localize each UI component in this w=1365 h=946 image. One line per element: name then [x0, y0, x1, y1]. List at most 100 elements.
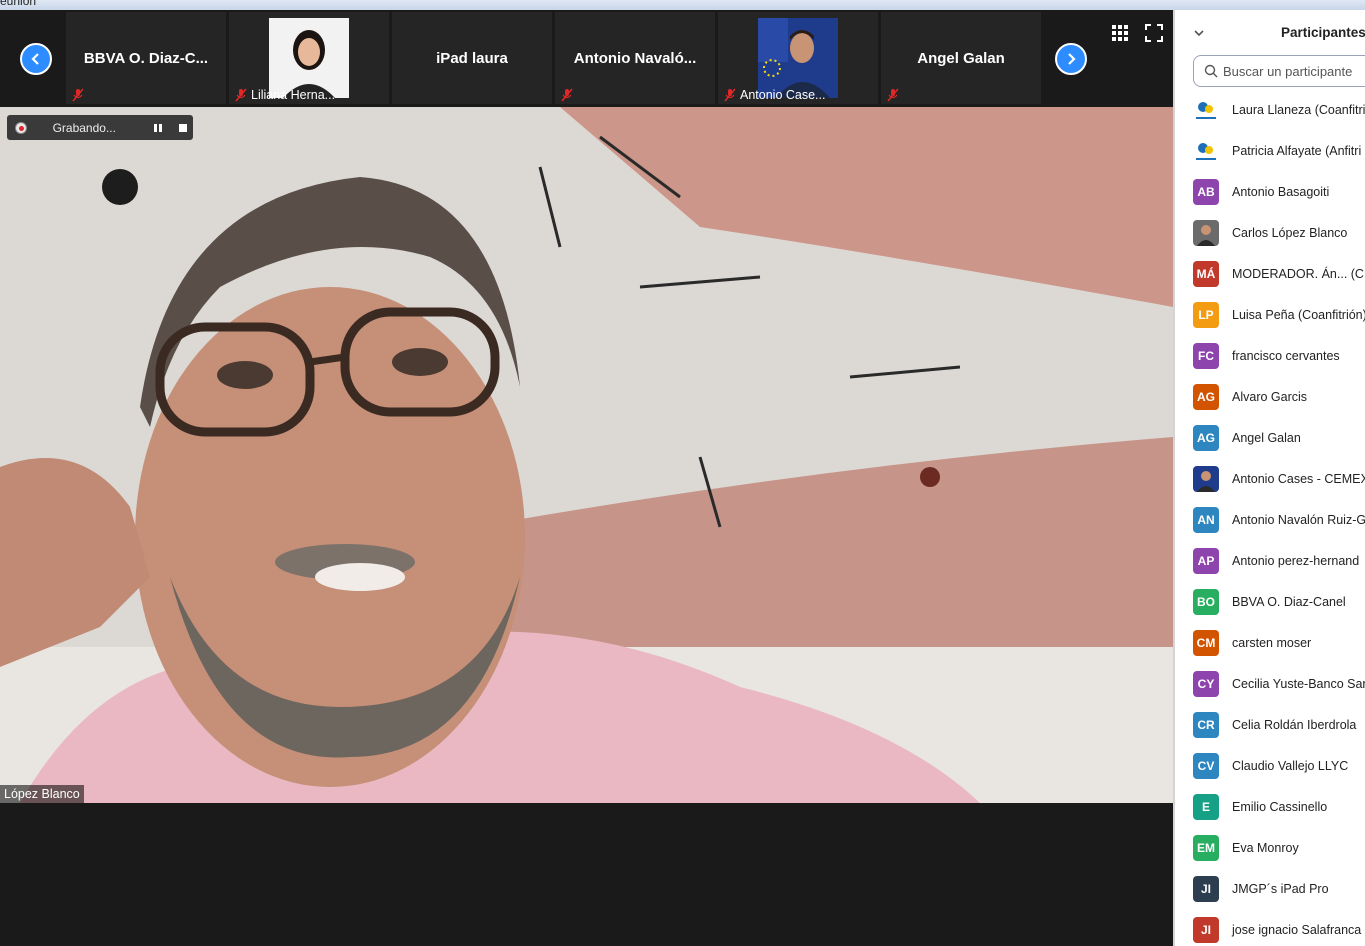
participants-panel: Participantes ( Buscar un participante L…: [1173, 10, 1365, 946]
participant-row[interactable]: FC francisco cervantes: [1175, 335, 1365, 376]
speaker-name-tag: López Blanco: [0, 785, 84, 803]
participant-row[interactable]: Patricia Alfayate (Anfitri: [1175, 130, 1365, 171]
record-icon: [15, 121, 27, 134]
grid-view-icon: [1112, 25, 1128, 41]
active-speaker-video: Grabando... López Blanco: [0, 107, 1173, 803]
participant-name: Celia Roldán Iberdrola: [1232, 717, 1357, 732]
avatar: CR: [1193, 711, 1219, 738]
thumb-name: BBVA O. Diaz-C...: [83, 50, 209, 67]
avatar: BO: [1193, 588, 1219, 615]
participant-strip: BBVA O. Diaz-C... Liliana Herna... iPad …: [0, 10, 1173, 106]
avatar: CV: [1193, 752, 1219, 779]
avatar: MÁ: [1193, 260, 1219, 287]
avatar: JI: [1193, 875, 1219, 902]
chevron-left-icon: [31, 53, 39, 65]
mic-muted-icon: [561, 88, 573, 102]
participant-row[interactable]: CY Cecilia Yuste-Banco Sar: [1175, 663, 1365, 704]
video-thumb[interactable]: Antonio Case...: [718, 12, 878, 104]
participant-row[interactable]: AP Antonio perez-hernand: [1175, 540, 1365, 581]
participant-search-input[interactable]: Buscar un participante: [1193, 55, 1365, 87]
avatar: AP: [1193, 547, 1219, 574]
avatar: EM: [1193, 834, 1219, 861]
thumb-name: Liliana Herna...: [251, 88, 336, 102]
participant-name: Antonio Cases - CEMEX: [1232, 471, 1365, 486]
participant-row[interactable]: CM carsten moser: [1175, 622, 1365, 663]
speaker-video-frame: [0, 107, 1173, 803]
participant-name: jose ignacio Salafranca: [1232, 922, 1362, 937]
participant-row[interactable]: Laura Llaneza (Coanfitri: [1175, 89, 1365, 130]
participant-row[interactable]: Carlos López Blanco: [1175, 212, 1365, 253]
participant-name: Claudio Vallejo LLYC: [1232, 758, 1349, 773]
search-icon: [1204, 64, 1218, 78]
participant-row[interactable]: MÁ MODERADOR. Án... (C: [1175, 253, 1365, 294]
participant-name: francisco cervantes: [1232, 348, 1340, 363]
view-controls: [1111, 24, 1163, 42]
participant-row[interactable]: LP Luisa Peña (Coanfitrión): [1175, 294, 1365, 335]
chevron-right-icon: [1068, 53, 1076, 65]
participant-row[interactable]: AG Alvaro Garcis: [1175, 376, 1365, 417]
avatar: LP: [1193, 301, 1219, 328]
participant-name: Laura Llaneza (Coanfitri: [1232, 102, 1365, 117]
stage-empty-area: [0, 803, 1173, 946]
stop-icon: [179, 123, 188, 132]
avatar: [1193, 219, 1219, 246]
mic-muted-icon: [724, 88, 736, 102]
recording-indicator: Grabando...: [7, 115, 193, 140]
grid-view-button[interactable]: [1111, 24, 1129, 42]
participant-name: carsten moser: [1232, 635, 1312, 650]
avatar: E: [1193, 793, 1219, 820]
video-thumb[interactable]: Antonio Navaló...: [555, 12, 715, 104]
window-titlebar: eunión: [0, 0, 1365, 10]
participant-row[interactable]: CV Claudio Vallejo LLYC: [1175, 745, 1365, 786]
avatar: AG: [1193, 424, 1219, 451]
participant-row[interactable]: JI JMGP´s iPad Pro: [1175, 868, 1365, 909]
participant-name: BBVA O. Diaz-Canel: [1232, 594, 1346, 609]
avatar: AB: [1193, 178, 1219, 205]
participant-row[interactable]: AB Antonio Basagoiti: [1175, 171, 1365, 212]
participant-name: JMGP´s iPad Pro: [1232, 881, 1329, 896]
participant-name: Angel Galan: [1232, 430, 1301, 445]
recording-label: Grabando...: [52, 120, 116, 135]
participant-row[interactable]: EM Eva Monroy: [1175, 827, 1365, 868]
pause-recording-button[interactable]: [149, 120, 168, 136]
participant-name: Eva Monroy: [1232, 840, 1299, 855]
fullscreen-icon: [1145, 24, 1163, 42]
strip-prev-button[interactable]: [20, 43, 52, 75]
thumb-name: Angel Galan: [917, 50, 1005, 67]
pause-icon: [154, 123, 163, 132]
thumb-name: Antonio Navaló...: [573, 50, 697, 67]
participant-name: Emilio Cassinello: [1232, 799, 1328, 814]
thumb-name: iPad laura: [436, 50, 508, 67]
participant-row[interactable]: JI jose ignacio Salafranca: [1175, 909, 1365, 946]
video-thumb[interactable]: BBVA O. Diaz-C...: [66, 12, 226, 104]
mic-muted-icon: [235, 88, 247, 102]
stop-recording-button[interactable]: [174, 120, 193, 136]
video-thumb[interactable]: Angel Galan: [881, 12, 1041, 104]
participant-photo: [758, 18, 838, 98]
participant-name: MODERADOR. Án... (C: [1232, 266, 1364, 281]
chevron-down-icon[interactable]: [1193, 28, 1205, 38]
participant-row[interactable]: E Emilio Cassinello: [1175, 786, 1365, 827]
mic-muted-icon: [887, 88, 899, 102]
participant-row[interactable]: Antonio Cases - CEMEX: [1175, 458, 1365, 499]
participant-row[interactable]: BO BBVA O. Diaz-Canel: [1175, 581, 1365, 622]
avatar: CY: [1193, 670, 1219, 697]
video-thumb[interactable]: Liliana Herna...: [229, 12, 389, 104]
video-thumb[interactable]: iPad laura: [392, 12, 552, 104]
avatar: JI: [1193, 916, 1219, 943]
strip-next-button[interactable]: [1055, 43, 1087, 75]
window-title: eunión: [0, 0, 37, 8]
meeting-stage: BBVA O. Diaz-C... Liliana Herna... iPad …: [0, 10, 1173, 946]
participant-name: Cecilia Yuste-Banco Sar: [1232, 676, 1365, 691]
avatar: AN: [1193, 506, 1219, 533]
participant-row[interactable]: AN Antonio Navalón Ruiz-G: [1175, 499, 1365, 540]
participant-row[interactable]: AG Angel Galan: [1175, 417, 1365, 458]
participant-name: Patricia Alfayate (Anfitri: [1232, 143, 1362, 158]
avatar: [1193, 465, 1219, 492]
participant-row[interactable]: CR Celia Roldán Iberdrola: [1175, 704, 1365, 745]
avatar: AG: [1193, 383, 1219, 410]
participant-name: Antonio perez-hernand: [1232, 553, 1360, 568]
participant-photo: [269, 18, 349, 98]
participant-name: Carlos López Blanco: [1232, 225, 1348, 240]
fullscreen-button[interactable]: [1145, 24, 1163, 42]
